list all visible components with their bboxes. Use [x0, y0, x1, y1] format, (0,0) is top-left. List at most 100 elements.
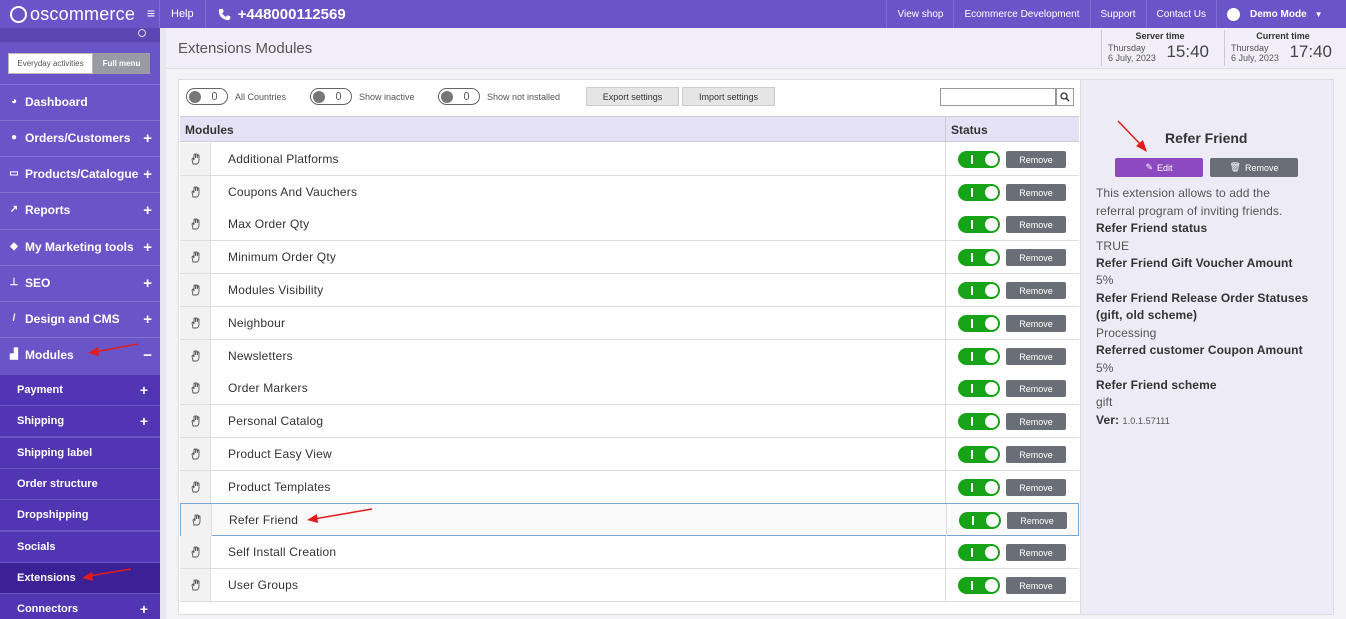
expand-icon[interactable]: +: [140, 382, 148, 398]
expand-icon[interactable]: +: [143, 275, 152, 292]
sidebar-subitem-shipping-label[interactable]: Shipping label: [0, 437, 160, 468]
user-menu[interactable]: Demo Mode ▼: [1216, 0, 1346, 28]
table-row[interactable]: Minimum Order Qty Remove: [180, 241, 1079, 274]
sidebar-item-orders-customers[interactable]: ● Orders/Customers +: [0, 120, 160, 154]
logo[interactable]: oscommerce ≡: [0, 0, 160, 28]
sidebar-search-input[interactable]: [0, 28, 160, 42]
edit-button[interactable]: ✎ Edit: [1115, 158, 1203, 177]
hamburger-menu-icon[interactable]: ≡: [147, 5, 155, 21]
table-row[interactable]: Self Install Creation Remove: [180, 536, 1079, 569]
expand-icon[interactable]: +: [143, 311, 152, 328]
drag-handle-icon[interactable]: [180, 405, 211, 437]
table-row[interactable]: Modules Visibility Remove: [180, 274, 1079, 307]
view-shop-link[interactable]: View shop: [886, 0, 953, 28]
sidebar-subitem-order-structure[interactable]: Order structure: [0, 468, 160, 499]
module-status-toggle[interactable]: [958, 216, 1000, 233]
table-row[interactable]: Coupons And Vauchers Remove: [180, 176, 1079, 209]
remove-module-button[interactable]: Remove: [1006, 282, 1066, 299]
remove-module-button[interactable]: Remove: [1006, 446, 1066, 463]
sidebar-item-products-catalogue[interactable]: ▭ Products/Catalogue +: [0, 156, 160, 190]
sidebar-subitem-dropshipping[interactable]: Dropshipping: [0, 499, 160, 530]
table-row[interactable]: User Groups Remove: [180, 569, 1079, 602]
remove-module-button[interactable]: Remove: [1006, 413, 1066, 430]
table-row[interactable]: Product Easy View Remove: [180, 438, 1079, 471]
drag-handle-icon[interactable]: [180, 241, 211, 273]
modules-search-input[interactable]: [940, 88, 1056, 106]
module-status-toggle[interactable]: [958, 380, 1000, 397]
remove-module-button[interactable]: Remove: [1006, 315, 1066, 332]
remove-module-button[interactable]: Remove: [1006, 544, 1066, 561]
help-link[interactable]: Help: [160, 0, 206, 28]
drag-handle-icon[interactable]: [180, 471, 211, 503]
module-status-toggle[interactable]: [958, 544, 1000, 561]
remove-module-button[interactable]: Remove: [1006, 184, 1066, 201]
full-menu-tab[interactable]: Full menu: [93, 53, 150, 74]
table-row[interactable]: Max Order Qty Remove: [180, 208, 1079, 241]
remove-module-button[interactable]: Remove: [1007, 512, 1067, 529]
module-status-toggle[interactable]: [958, 184, 1000, 201]
drag-handle-icon[interactable]: [180, 176, 211, 208]
drag-handle-icon[interactable]: [180, 569, 211, 601]
drag-handle-icon[interactable]: [180, 307, 211, 339]
drag-handle-icon[interactable]: [180, 274, 211, 306]
drag-handle-icon[interactable]: [180, 438, 211, 470]
everyday-activities-tab[interactable]: Everyday activities: [8, 53, 93, 74]
sidebar-subitem-shipping[interactable]: Shipping +: [0, 405, 160, 436]
collapse-icon[interactable]: −: [143, 347, 152, 364]
module-status-toggle[interactable]: [959, 512, 1001, 529]
all-countries-toggle[interactable]: All Countries: [186, 88, 286, 105]
table-row[interactable]: Refer Friend Remove: [180, 503, 1079, 536]
expand-icon[interactable]: +: [143, 239, 152, 256]
expand-icon[interactable]: +: [140, 413, 148, 429]
drag-handle-icon[interactable]: [180, 208, 211, 240]
remove-module-button[interactable]: Remove: [1006, 216, 1066, 233]
drag-handle-icon[interactable]: [180, 340, 211, 372]
remove-module-button[interactable]: Remove: [1006, 380, 1066, 397]
column-header-modules[interactable]: Modules: [185, 123, 234, 137]
module-status-toggle[interactable]: [958, 315, 1000, 332]
toggle-switch[interactable]: [186, 88, 228, 105]
sidebar-subitem-extensions[interactable]: Extensions: [0, 562, 160, 593]
export-settings-button[interactable]: Export settings: [586, 87, 679, 106]
toggle-switch[interactable]: [310, 88, 352, 105]
module-status-toggle[interactable]: [958, 479, 1000, 496]
sidebar-subitem-connectors[interactable]: Connectors +: [0, 593, 160, 619]
module-status-toggle[interactable]: [958, 282, 1000, 299]
show-inactive-toggle[interactable]: Show inactive: [310, 88, 415, 105]
support-link[interactable]: Support: [1089, 0, 1146, 28]
toggle-switch[interactable]: [438, 88, 480, 105]
contact-us-link[interactable]: Contact Us: [1145, 0, 1216, 28]
drag-handle-icon[interactable]: [180, 536, 211, 568]
drag-handle-icon[interactable]: [181, 504, 212, 536]
sidebar-item-seo[interactable]: ⊥ SEO +: [0, 265, 160, 299]
search-button[interactable]: [1056, 88, 1074, 106]
table-row[interactable]: Neighbour Remove: [180, 307, 1079, 340]
remove-module-button[interactable]: Remove: [1006, 348, 1066, 365]
sidebar-item-marketing-tools[interactable]: ◆ My Marketing tools +: [0, 229, 160, 263]
remove-module-button[interactable]: Remove: [1006, 479, 1066, 496]
ecommerce-development-link[interactable]: Ecommerce Development: [953, 0, 1089, 28]
sidebar-subitem-socials[interactable]: Socials: [0, 531, 160, 562]
remove-module-button[interactable]: Remove: [1006, 249, 1066, 266]
sidebar-subitem-payment[interactable]: Payment +: [0, 374, 160, 405]
module-status-toggle[interactable]: [958, 348, 1000, 365]
sidebar-item-design-cms[interactable]: / Design and CMS +: [0, 301, 160, 335]
table-row[interactable]: Additional Platforms Remove: [180, 143, 1079, 176]
table-row[interactable]: Newsletters Remove: [180, 340, 1079, 373]
expand-icon[interactable]: +: [143, 166, 152, 183]
module-status-toggle[interactable]: [958, 446, 1000, 463]
table-row[interactable]: Personal Catalog Remove: [180, 405, 1079, 438]
module-status-toggle[interactable]: [958, 249, 1000, 266]
sidebar-item-dashboard[interactable]: ◕ Dashboard: [0, 84, 160, 118]
expand-icon[interactable]: +: [140, 601, 148, 617]
sidebar-item-modules[interactable]: ▟ Modules −: [0, 337, 160, 371]
show-not-installed-toggle[interactable]: Show not installed: [438, 88, 560, 105]
expand-icon[interactable]: +: [143, 202, 152, 219]
table-row[interactable]: Order Markers Remove: [180, 372, 1079, 405]
remove-module-button[interactable]: Remove: [1006, 151, 1066, 168]
module-status-toggle[interactable]: [958, 413, 1000, 430]
phone-number[interactable]: +448000112569: [206, 6, 346, 23]
column-header-status[interactable]: Status: [951, 123, 988, 137]
table-row[interactable]: Product Templates Remove: [180, 471, 1079, 504]
sidebar-item-reports[interactable]: ↗ Reports +: [0, 192, 160, 226]
